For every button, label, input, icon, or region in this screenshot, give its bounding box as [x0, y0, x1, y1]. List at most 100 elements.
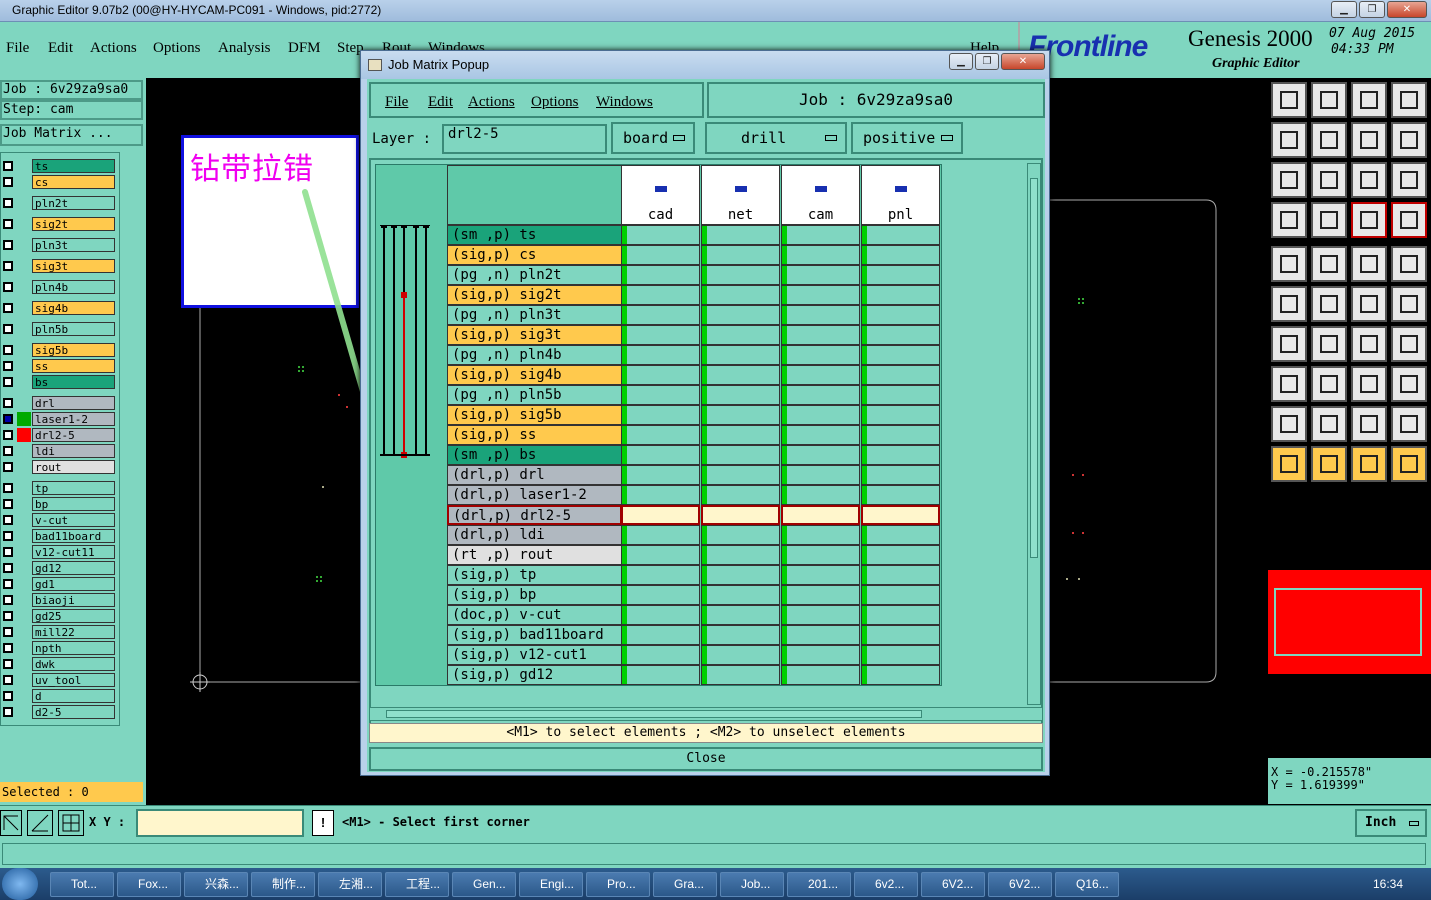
menu-options[interactable]: Options — [153, 40, 201, 57]
matrix-cell[interactable] — [621, 365, 700, 385]
matrix-cell[interactable] — [781, 445, 860, 465]
matrix-row-label[interactable]: (sig,p) sig3t — [447, 325, 622, 345]
matrix-cell[interactable] — [701, 665, 780, 685]
matrix-cell[interactable] — [781, 525, 860, 545]
matrix-cell[interactable] — [621, 505, 700, 525]
grid-icon[interactable] — [1311, 202, 1347, 238]
layer-item[interactable]: mill22 — [1, 625, 117, 639]
layer-item[interactable]: pln4b — [1, 280, 117, 294]
popup-maximize-button[interactable]: ❐ — [975, 53, 999, 70]
layer-item[interactable]: tp — [1, 481, 117, 495]
layer-item[interactable]: sig5b — [1, 343, 117, 357]
matrix-cell[interactable] — [861, 405, 940, 425]
matrix-cell[interactable] — [781, 485, 860, 505]
layer-checkbox[interactable] — [3, 595, 13, 605]
matrix-cell[interactable] — [861, 425, 940, 445]
matrix-cell[interactable] — [781, 565, 860, 585]
layer-item[interactable]: gd12 — [1, 561, 117, 575]
matrix-cell[interactable] — [621, 445, 700, 465]
pointer2-icon[interactable] — [1311, 446, 1347, 482]
layer-checkbox[interactable] — [3, 219, 13, 229]
matrix-cell[interactable] — [861, 485, 940, 505]
matrix-cell[interactable] — [701, 245, 780, 265]
popup-minimize-button[interactable]: ▁ — [949, 53, 973, 70]
grid-tool-icon[interactable] — [58, 810, 84, 836]
layer-checkbox[interactable] — [3, 361, 13, 371]
connect-icon[interactable] — [1351, 286, 1387, 322]
matrix-cell[interactable] — [861, 385, 940, 405]
matrix-cell[interactable] — [781, 465, 860, 485]
matrix-cell[interactable] — [861, 265, 940, 285]
left-arrow-icon[interactable] — [1271, 122, 1307, 158]
matrix-cell[interactable] — [701, 445, 780, 465]
matrix-cell[interactable] — [781, 225, 860, 245]
menu-dfm[interactable]: DFM — [288, 40, 321, 57]
context-dropdown[interactable]: board — [611, 122, 695, 154]
matrix-row-label[interactable]: (sig,p) sig4b — [447, 365, 622, 385]
swap-icon[interactable] — [1351, 122, 1387, 158]
matrix-cell[interactable] — [781, 625, 860, 645]
fit-icon[interactable] — [1271, 162, 1307, 198]
matrix-cell[interactable] — [621, 465, 700, 485]
layer-item[interactable]: v-cut — [1, 513, 117, 527]
layer-checkbox[interactable] — [3, 611, 13, 621]
taskbar-item[interactable]: Engi... — [519, 872, 583, 897]
layer-item[interactable]: rout — [1, 460, 117, 474]
layer-checkbox[interactable] — [3, 499, 13, 509]
column-header-cad[interactable]: cad — [621, 165, 700, 225]
layer-checkbox[interactable] — [3, 515, 13, 525]
matrix-cell[interactable] — [861, 325, 940, 345]
taskbar-item[interactable]: Pro... — [586, 872, 650, 897]
matrix-row-label[interactable]: (pg ,n) pln2t — [447, 265, 622, 285]
menu-file[interactable]: File — [6, 40, 29, 57]
layer-checkbox[interactable] — [3, 691, 13, 701]
layer-checkbox[interactable] — [3, 345, 13, 355]
matrix-cell[interactable] — [781, 545, 860, 565]
home-icon[interactable] — [1351, 82, 1387, 118]
matrix-row-label[interactable]: (sm ,p) ts — [447, 225, 622, 245]
popup-menu-actions[interactable]: Actions — [468, 94, 515, 111]
job-matrix-button[interactable]: Job Matrix ... — [0, 124, 143, 146]
matrix-row-label[interactable]: (sig,p) v12-cut1 — [447, 645, 622, 665]
layer-item[interactable]: bad11board — [1, 529, 117, 543]
matrix-cell[interactable] — [701, 605, 780, 625]
column-header-pnl[interactable]: pnl — [861, 165, 940, 225]
matrix-cell[interactable] — [621, 325, 700, 345]
layer-checkbox[interactable] — [3, 414, 13, 424]
taskbar-item[interactable]: 6V2... — [921, 872, 985, 897]
matrix-cell[interactable] — [621, 405, 700, 425]
matrix-cell[interactable] — [781, 265, 860, 285]
layer-item[interactable]: bs — [1, 375, 117, 389]
layer-checkbox[interactable] — [3, 707, 13, 717]
taskbar-item[interactable]: Gen... — [452, 872, 516, 897]
layer-input[interactable]: drl2-5 — [442, 124, 607, 154]
layer-checkbox[interactable] — [3, 303, 13, 313]
matrix-cell[interactable] — [621, 245, 700, 265]
matrix-row-label[interactable]: (sig,p) bp — [447, 585, 622, 605]
matrix-cell[interactable] — [621, 305, 700, 325]
bar-icon[interactable] — [1311, 366, 1347, 402]
layer-item[interactable]: d — [1, 689, 117, 703]
polarity-dropdown[interactable]: positive — [851, 122, 963, 154]
popup-close-x-button[interactable]: ✕ — [1001, 53, 1045, 70]
layer-checkbox[interactable] — [3, 659, 13, 669]
undo-icon[interactable] — [1351, 326, 1387, 362]
matrix-cell[interactable] — [781, 285, 860, 305]
layer-item[interactable]: ts — [1, 159, 117, 173]
layer-checkbox[interactable] — [3, 240, 13, 250]
matrix-row-label[interactable]: (drl,p) laser1-2 — [447, 485, 622, 505]
layer-checkbox[interactable] — [3, 198, 13, 208]
layer-item[interactable]: ss — [1, 359, 117, 373]
help-icon[interactable] — [1391, 162, 1427, 198]
matrix-cell[interactable] — [621, 625, 700, 645]
matrix-cell[interactable] — [621, 665, 700, 685]
matrix-cell[interactable] — [701, 565, 780, 585]
taskbar-item[interactable]: Job... — [720, 872, 784, 897]
matrix-cell[interactable] — [781, 425, 860, 445]
menu-analysis[interactable]: Analysis — [218, 40, 271, 57]
matrix-cell[interactable] — [861, 545, 940, 565]
matrix-row-label[interactable]: (sig,p) sig2t — [447, 285, 622, 305]
matrix-cell[interactable] — [621, 485, 700, 505]
nodes-icon[interactable] — [1271, 286, 1307, 322]
matrix-row-label[interactable]: (rt ,p) rout — [447, 545, 622, 565]
